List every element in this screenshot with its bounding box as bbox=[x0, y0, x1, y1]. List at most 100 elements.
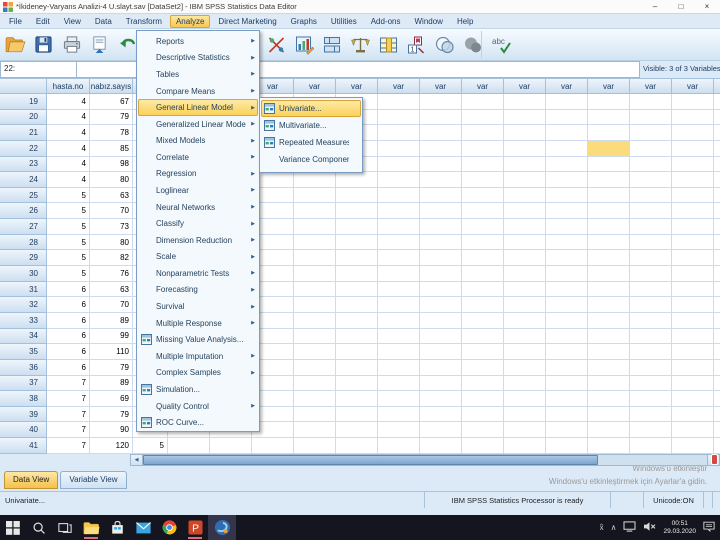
cell-var[interactable] bbox=[168, 438, 210, 454]
cell-var[interactable] bbox=[462, 422, 504, 439]
cell-var[interactable] bbox=[420, 359, 462, 376]
menubar-item[interactable]: Graphs bbox=[285, 15, 323, 28]
cell-var[interactable] bbox=[546, 94, 588, 110]
cell-var[interactable] bbox=[588, 172, 630, 188]
value-labels-icon[interactable]: 1 bbox=[404, 32, 429, 57]
analyze-menu-item[interactable]: Loglinear ▶ bbox=[138, 182, 258, 199]
cell-var[interactable] bbox=[630, 156, 672, 173]
cell-var[interactable] bbox=[378, 281, 420, 298]
cell-var[interactable] bbox=[294, 328, 336, 345]
cell-nabiz-sayisi[interactable]: 79 bbox=[90, 406, 133, 423]
row-number[interactable]: 39 bbox=[0, 406, 47, 423]
row-number[interactable]: 20 bbox=[0, 109, 47, 126]
row-number[interactable]: 27 bbox=[0, 219, 47, 235]
cell-nabiz-sayisi[interactable]: 98 bbox=[90, 156, 133, 173]
cell-hasta-no[interactable]: 7 bbox=[47, 438, 90, 454]
cell-reference[interactable]: 22: bbox=[0, 61, 77, 78]
analyze-menu-item[interactable]: Neural Networks ▶ bbox=[138, 199, 258, 216]
cell-var[interactable] bbox=[294, 406, 336, 423]
cell-var[interactable] bbox=[336, 187, 378, 204]
analyze-menu-item[interactable]: Missing Value Analysis... ▶ bbox=[138, 331, 258, 348]
cell-var[interactable] bbox=[462, 344, 504, 360]
cell-var[interactable] bbox=[672, 406, 714, 423]
cell-var[interactable] bbox=[546, 187, 588, 204]
cell-var[interactable] bbox=[588, 125, 630, 141]
cell-nabiz-sayisi[interactable]: 70 bbox=[90, 203, 133, 220]
cell-var[interactable] bbox=[588, 250, 630, 267]
row-number[interactable]: 41 bbox=[0, 438, 47, 454]
column-header-var[interactable]: var bbox=[546, 78, 588, 94]
cell-var[interactable] bbox=[672, 391, 714, 407]
row-number[interactable]: 31 bbox=[0, 281, 47, 298]
cell-var[interactable] bbox=[588, 391, 630, 407]
cell-hasta-no[interactable]: 5 bbox=[47, 203, 90, 220]
cell-var[interactable] bbox=[630, 438, 672, 454]
cell-var[interactable] bbox=[714, 234, 720, 251]
cell-var[interactable] bbox=[420, 328, 462, 345]
cell-var[interactable] bbox=[378, 266, 420, 282]
cell-var[interactable] bbox=[504, 391, 546, 407]
row-number[interactable]: 33 bbox=[0, 312, 47, 329]
cell-var[interactable] bbox=[294, 234, 336, 251]
cell-var[interactable] bbox=[546, 125, 588, 141]
cell-var[interactable] bbox=[504, 266, 546, 282]
cell-var[interactable] bbox=[420, 203, 462, 220]
cell-var[interactable] bbox=[546, 391, 588, 407]
cell-hasta-no[interactable]: 6 bbox=[47, 359, 90, 376]
cell-hasta-no[interactable]: 7 bbox=[47, 406, 90, 423]
glm-submenu-item[interactable]: Repeated Measures... bbox=[261, 134, 361, 151]
scroll-left-icon[interactable]: ◀ bbox=[131, 455, 143, 465]
cell-var[interactable] bbox=[378, 438, 420, 454]
cell-hasta-no[interactable]: 6 bbox=[47, 328, 90, 345]
cell-var[interactable] bbox=[420, 297, 462, 313]
recall-dialogs-icon[interactable] bbox=[87, 32, 112, 57]
analyze-menu-item[interactable]: Quality Control ▶ bbox=[138, 398, 258, 415]
cell-var[interactable] bbox=[672, 312, 714, 329]
cell-var[interactable] bbox=[588, 375, 630, 392]
cell-var[interactable] bbox=[378, 391, 420, 407]
cell-var[interactable] bbox=[378, 250, 420, 267]
cell-var[interactable] bbox=[630, 375, 672, 392]
analyze-menu-item[interactable]: General Linear Model ▶ bbox=[138, 99, 258, 116]
cell-var[interactable] bbox=[672, 156, 714, 173]
cell-nabiz-sayisi[interactable]: 67 bbox=[90, 94, 133, 110]
cell-var[interactable] bbox=[420, 391, 462, 407]
cell-var[interactable] bbox=[420, 250, 462, 267]
taskbar-clock[interactable]: 00:51 29.03.2020 bbox=[663, 520, 696, 536]
cell-var[interactable] bbox=[504, 359, 546, 376]
cell-var[interactable] bbox=[294, 203, 336, 220]
row-number[interactable]: 21 bbox=[0, 125, 47, 141]
cell-var[interactable] bbox=[336, 328, 378, 345]
cell-var[interactable] bbox=[504, 172, 546, 188]
cell-var[interactable] bbox=[546, 359, 588, 376]
cell-var[interactable] bbox=[294, 422, 336, 439]
cell-var[interactable] bbox=[546, 250, 588, 267]
cell-var[interactable] bbox=[630, 203, 672, 220]
cell-var[interactable] bbox=[714, 219, 720, 235]
cell-var[interactable] bbox=[462, 140, 504, 157]
maximize-button[interactable]: □ bbox=[668, 0, 694, 13]
cell-var[interactable] bbox=[630, 94, 672, 110]
tab-data-view[interactable]: Data View bbox=[4, 471, 59, 489]
tab-variable-view[interactable]: Variable View bbox=[60, 471, 127, 489]
cell-var[interactable] bbox=[546, 234, 588, 251]
column-header-hasta-no[interactable]: hasta.no bbox=[47, 78, 90, 94]
cell-var[interactable] bbox=[630, 328, 672, 345]
menubar-item[interactable]: Help bbox=[451, 15, 479, 28]
cell-var[interactable] bbox=[714, 375, 720, 392]
cell-var[interactable] bbox=[294, 281, 336, 298]
analyze-menu-item[interactable]: Generalized Linear Models ▶ bbox=[138, 116, 258, 133]
cell-var[interactable] bbox=[504, 281, 546, 298]
cell-nabiz-sayisi[interactable]: 63 bbox=[90, 187, 133, 204]
store-icon[interactable] bbox=[104, 515, 130, 540]
column-header-var[interactable]: var bbox=[294, 78, 336, 94]
cell-var[interactable] bbox=[588, 203, 630, 220]
cell-var[interactable] bbox=[546, 375, 588, 392]
cell-var[interactable] bbox=[672, 94, 714, 110]
cell-var[interactable] bbox=[546, 156, 588, 173]
cell-var[interactable] bbox=[714, 172, 720, 188]
cell-var[interactable] bbox=[714, 297, 720, 313]
cell-hasta-no[interactable]: 6 bbox=[47, 281, 90, 298]
cell-var[interactable] bbox=[504, 250, 546, 267]
cell-var[interactable] bbox=[336, 203, 378, 220]
